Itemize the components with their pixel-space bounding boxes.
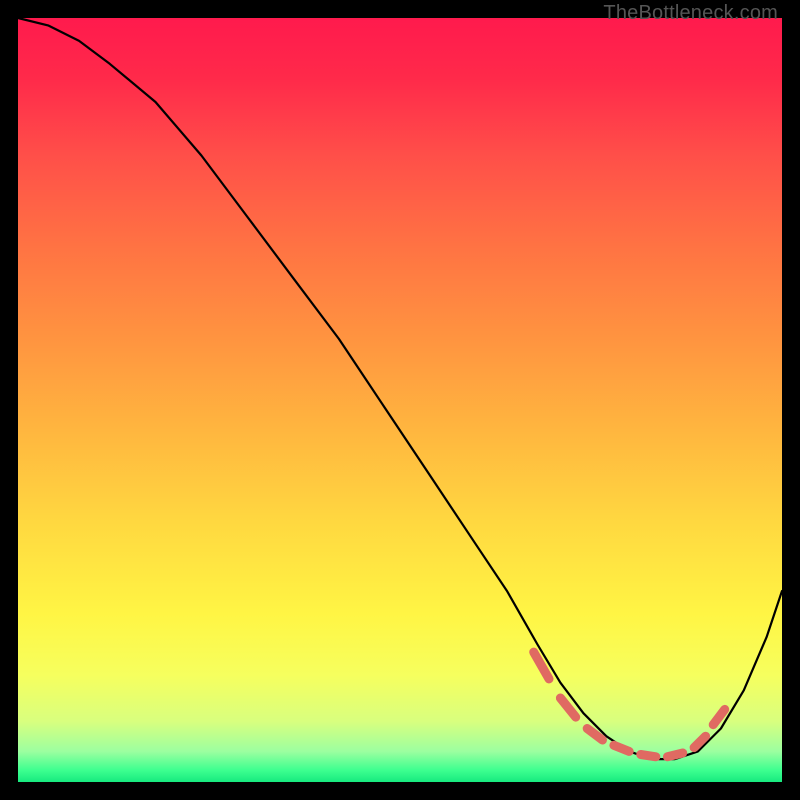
highlight-dashes <box>534 652 725 757</box>
highlight-dash <box>534 652 549 679</box>
chart-frame: TheBottleneck.com <box>0 0 800 800</box>
watermark-text: TheBottleneck.com <box>603 2 778 25</box>
chart-plot-area <box>18 18 782 782</box>
highlight-dash <box>641 755 656 757</box>
highlight-dash <box>713 709 725 724</box>
highlight-dash <box>667 753 682 757</box>
highlight-dash <box>614 745 629 751</box>
curve-line <box>18 18 782 759</box>
chart-svg <box>18 18 782 782</box>
